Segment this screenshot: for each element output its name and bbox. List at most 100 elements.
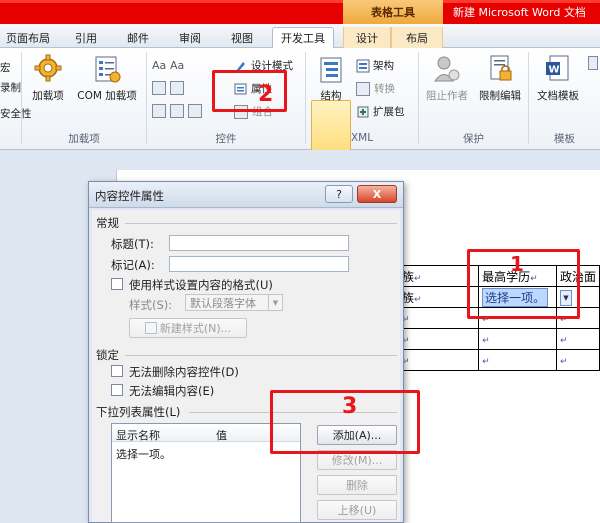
tab-developer[interactable]: 开发工具 [272, 27, 334, 48]
picture-controls-button[interactable] [152, 81, 188, 95]
cannot-edit-checkbox[interactable] [111, 384, 123, 396]
overflow-icon [588, 56, 600, 70]
svg-text:W: W [549, 65, 560, 76]
ribbon-panel: 宏 录制 安全性 加载项 COM 加载项 加载项 Aa Aa 设计模式 属性 组… [0, 48, 600, 176]
annotation-box-properties [212, 70, 287, 112]
new-style-icon [144, 322, 157, 334]
word-document-icon: W [546, 55, 569, 81]
table-cell[interactable]: ↵ [397, 328, 480, 350]
block-authors-icon [434, 56, 460, 82]
close-button[interactable]: X [357, 185, 397, 203]
checkbox-control-icon [170, 104, 184, 118]
section-locking-header: 锁定 [96, 348, 119, 362]
tab-view[interactable]: 视图 [222, 27, 262, 48]
remove-item-button[interactable]: 删除 [317, 475, 397, 495]
xml-structure-icon [320, 57, 342, 83]
table-cell[interactable]: ↵ [397, 349, 480, 371]
block-authors-label: 阻止作者 [426, 90, 468, 102]
schema-button[interactable]: 架构 [356, 58, 394, 73]
new-style-button[interactable]: 新建样式(N)... [129, 318, 247, 338]
expansion-pack-button[interactable]: 扩展包 [356, 104, 405, 119]
record-macro-button[interactable]: 录制 [0, 80, 21, 95]
group-label-xml: XML [350, 132, 374, 144]
table-tools-context-label: 表格工具 [343, 0, 443, 24]
restrict-editing-button[interactable]: 限制编辑 [474, 54, 526, 103]
com-addins-icon [95, 56, 121, 83]
annotation-number-two: 2 [258, 82, 274, 107]
section-dropdown-properties-header: 下拉列表属性(L) [96, 405, 181, 419]
xml-structure-content: 结构 [311, 56, 351, 103]
building-block-control-icon [170, 81, 184, 95]
tag-input[interactable] [169, 256, 349, 272]
new-style-label: 新建样式(N)... [159, 322, 232, 335]
group-label-templates: 模板 [554, 132, 575, 145]
table-cell[interactable]: ↵ [555, 328, 600, 350]
tab-page-layout[interactable]: 页面布局 [0, 27, 56, 48]
text-controls-icon: Aa Aa [152, 59, 184, 72]
schema-icon [356, 59, 370, 72]
column-display-name[interactable]: 显示名称 [116, 427, 160, 443]
com-addins-label: COM 加载项 [77, 90, 137, 102]
rich-text-control-button[interactable]: Aa Aa [152, 58, 188, 72]
picture-control-icon [152, 81, 166, 95]
macros-button[interactable]: 宏 [0, 60, 11, 75]
document-template-button[interactable]: W 文档模板 [532, 54, 584, 103]
group-label-addins: 加载项 [68, 132, 100, 145]
title-input[interactable] [169, 235, 349, 251]
group-label-controls: 控件 [215, 132, 237, 145]
transform-label: 转换 [374, 83, 395, 95]
expansion-pack-icon [357, 106, 369, 117]
tab-review[interactable]: 审阅 [170, 27, 210, 48]
dialog-title-bar[interactable]: 内容控件属性 ? X [89, 182, 403, 208]
table-row: ↵ ↵ ↵ [397, 349, 600, 371]
column-value[interactable]: 值 [216, 427, 227, 443]
cannot-delete-label: 无法删除内容控件(D) [129, 365, 239, 379]
style-label: 样式(S): [129, 298, 173, 312]
title-bar: 表格工具 新建 Microsoft Word 文档 [0, 0, 600, 24]
xml-structure-label: 结构 [320, 90, 342, 102]
list-item-display: 选择一项。 [116, 448, 171, 461]
section-general-header: 常规 [96, 216, 119, 230]
section-divider [125, 355, 397, 356]
use-style-label: 使用样式设置内容的格式(U) [129, 278, 273, 292]
tab-mailings[interactable]: 邮件 [118, 27, 158, 48]
dialog-title: 内容控件属性 [95, 189, 164, 203]
addins-label: 加载项 [32, 90, 64, 102]
svg-text:Aa: Aa [152, 59, 166, 72]
table-cell[interactable]: ↵ [555, 349, 600, 371]
addins-button[interactable]: 加载项 [27, 54, 69, 103]
grid-control-icon [152, 104, 166, 118]
legacy-tools-icon [188, 104, 202, 118]
style-select-value: 默认段落字体 [190, 296, 256, 310]
use-style-checkbox[interactable] [111, 278, 123, 290]
block-authors-button[interactable]: 阻止作者 [422, 54, 472, 103]
gear-icon [34, 54, 62, 82]
com-addins-button[interactable]: COM 加载项 [72, 54, 142, 103]
tab-design[interactable]: 设计 [343, 27, 391, 48]
cannot-delete-checkbox[interactable] [111, 365, 123, 377]
help-button[interactable]: ? [325, 185, 353, 203]
document-title: 新建 Microsoft Word 文档 [453, 6, 586, 19]
chevron-down-icon: ▼ [268, 295, 282, 310]
style-select[interactable]: 默认段落字体 ▼ [185, 294, 283, 311]
list-item[interactable]: 选择一项。 [116, 446, 171, 462]
tab-references[interactable]: 引用 [66, 27, 106, 48]
template-extra-icon [588, 56, 598, 70]
ribbon-tab-row: 页面布局 引用 邮件 审阅 视图 开发工具 设计 布局 [0, 24, 600, 48]
restrict-editing-icon [490, 55, 512, 81]
expansion-pack-label: 扩展包 [373, 106, 405, 118]
tab-layout[interactable]: 布局 [391, 27, 443, 48]
restrict-editing-label: 限制编辑 [479, 90, 521, 102]
move-up-button[interactable]: 上移(U) [317, 500, 397, 520]
transform-icon [356, 81, 370, 96]
title-label: 标题(T): [111, 237, 154, 251]
transform-button[interactable]: 转换 [356, 81, 395, 96]
tag-label: 标记(A): [111, 258, 155, 272]
checkbox-controls-button[interactable] [152, 104, 206, 118]
document-template-label: 文档模板 [537, 90, 579, 102]
macro-security-button[interactable]: 安全性 [0, 106, 32, 121]
table-cell[interactable]: ↵ [478, 349, 557, 371]
table-cell[interactable]: ↵ [478, 328, 557, 350]
section-divider [125, 223, 397, 224]
annotation-number-three: 3 [342, 394, 358, 419]
